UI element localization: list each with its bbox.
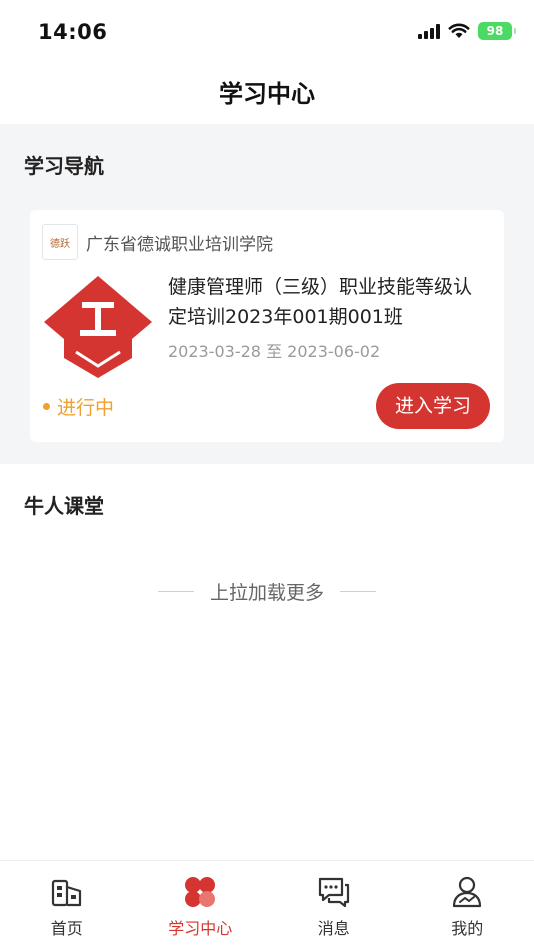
org-logo-text: 德跃 — [50, 238, 70, 250]
bottom-tab-bar: 首页 学习中心 消息 我的 — [0, 860, 534, 950]
status-bar: 14:06 98 — [0, 0, 534, 64]
battery-level: 98 — [486, 24, 504, 38]
tab-home-label: 首页 — [50, 919, 83, 938]
tab-home[interactable]: 首页 — [0, 861, 134, 950]
divider-right — [340, 591, 376, 592]
status-dot — [43, 403, 50, 410]
load-more-hint: 上拉加载更多 — [0, 578, 534, 605]
wifi-icon — [448, 23, 470, 38]
tab-mine-label: 我的 — [451, 919, 484, 938]
course-card[interactable]: 德跃 广东省德诚职业培训学院 健康管理师（三级）职业技能等级认定培训2023年0… — [30, 210, 504, 442]
load-more-text: 上拉加载更多 — [209, 582, 324, 604]
course-dates: 2023-03-28 至 2023-06-02 — [168, 342, 381, 361]
course-status: 进行中 — [57, 397, 115, 419]
home-building-icon — [51, 879, 81, 907]
divider-left — [157, 591, 194, 592]
org-logo: 德跃 — [42, 224, 78, 260]
battery-icon: 98 — [478, 22, 516, 40]
study-nav-title: 学习导航 — [24, 154, 104, 178]
graduation-cap-icon — [44, 276, 152, 378]
tab-mine[interactable]: 我的 — [401, 861, 534, 950]
chat-bubbles-icon — [318, 877, 349, 908]
user-profile-icon — [453, 876, 482, 908]
classroom-title: 牛人课堂 — [24, 494, 104, 518]
tab-study-center-label: 学习中心 — [168, 919, 233, 938]
tab-study-center[interactable]: 学习中心 — [134, 861, 268, 950]
enter-study-button[interactable]: 进入学习 — [376, 383, 490, 429]
tab-messages[interactable]: 消息 — [267, 861, 401, 950]
course-title[interactable]: 健康管理师（三级）职业技能等级认定培训2023年001期001班 — [168, 272, 484, 332]
page-title: 学习中心 — [219, 80, 315, 108]
tab-messages-label: 消息 — [317, 919, 350, 938]
status-icons: 98 — [418, 22, 516, 40]
cellular-signal-icon — [418, 23, 440, 39]
status-time: 14:06 — [38, 20, 108, 44]
clover-icon — [185, 877, 216, 907]
page: 14:06 98 学习中心 学习导航 德跃 广东省德诚职业培训学院 健康管理师（… — [0, 0, 534, 950]
org-name: 广东省德诚职业培训学院 — [86, 235, 273, 255]
